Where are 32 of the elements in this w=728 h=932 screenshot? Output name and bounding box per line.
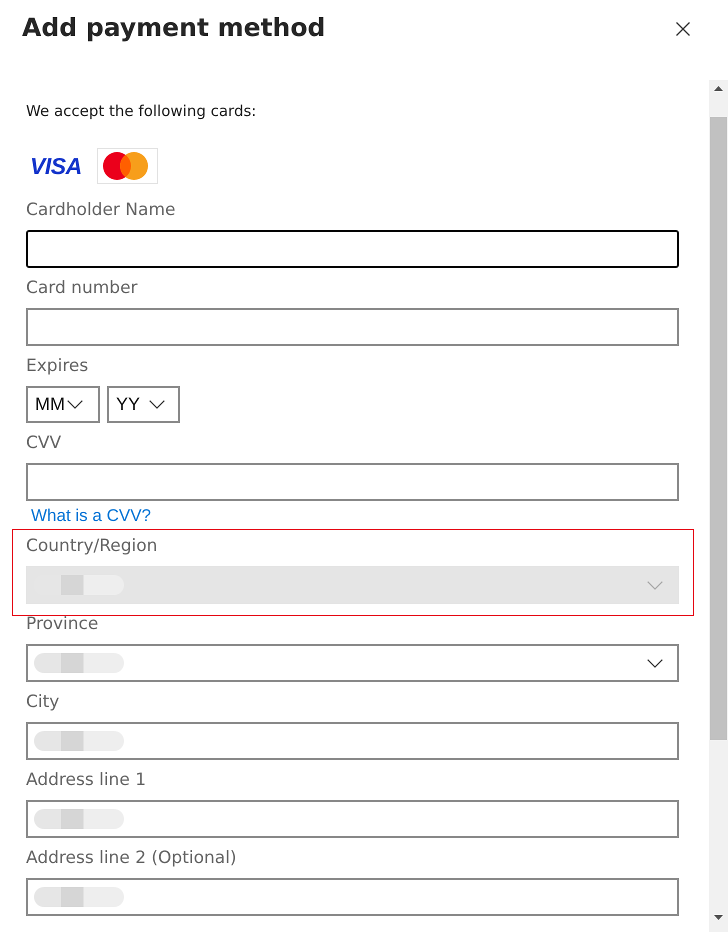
field-label: Country/Region — [26, 535, 158, 557]
dropdown[interactable] — [26, 644, 679, 682]
field-label: Province — [26, 613, 100, 635]
month-select[interactable]: MM — [26, 386, 100, 423]
chevron-down-icon — [647, 658, 663, 668]
field-label: CVV — [26, 432, 62, 454]
text-input-field[interactable] — [26, 308, 679, 346]
year-select[interactable]: YY — [107, 386, 180, 423]
accepted-cards-text: We accept the following cards: — [26, 101, 258, 122]
text-input-field[interactable] — [26, 800, 679, 838]
field-label: Address line 2 (Optional) — [26, 847, 238, 869]
field-label: Card number — [26, 277, 139, 299]
chevron-down-icon — [67, 400, 83, 409]
text-input-field[interactable] — [26, 722, 679, 760]
scroll-up-icon[interactable] — [714, 86, 723, 91]
text-input-field[interactable] — [26, 878, 679, 916]
dialog-title: Add payment method — [22, 12, 326, 44]
visa-logo: VISA — [30, 154, 82, 178]
scroll-down-icon[interactable] — [714, 915, 723, 920]
chevron-down-icon — [149, 400, 166, 409]
scrollbar-thumb[interactable] — [710, 117, 727, 740]
help-link[interactable]: What is a CVV? — [31, 506, 151, 526]
mastercard-logo-icon — [96, 148, 158, 184]
field-label: Address line 1 — [26, 769, 148, 791]
text-input-field[interactable] — [26, 230, 679, 268]
text-input-field[interactable] — [26, 463, 679, 501]
field-label: Cardholder Name — [26, 199, 176, 221]
close-icon — [676, 22, 690, 36]
field-label: Expires — [26, 355, 90, 377]
scrollbar-track[interactable] — [709, 80, 728, 932]
chevron-down-icon — [647, 580, 663, 590]
field-label: City — [26, 691, 60, 713]
